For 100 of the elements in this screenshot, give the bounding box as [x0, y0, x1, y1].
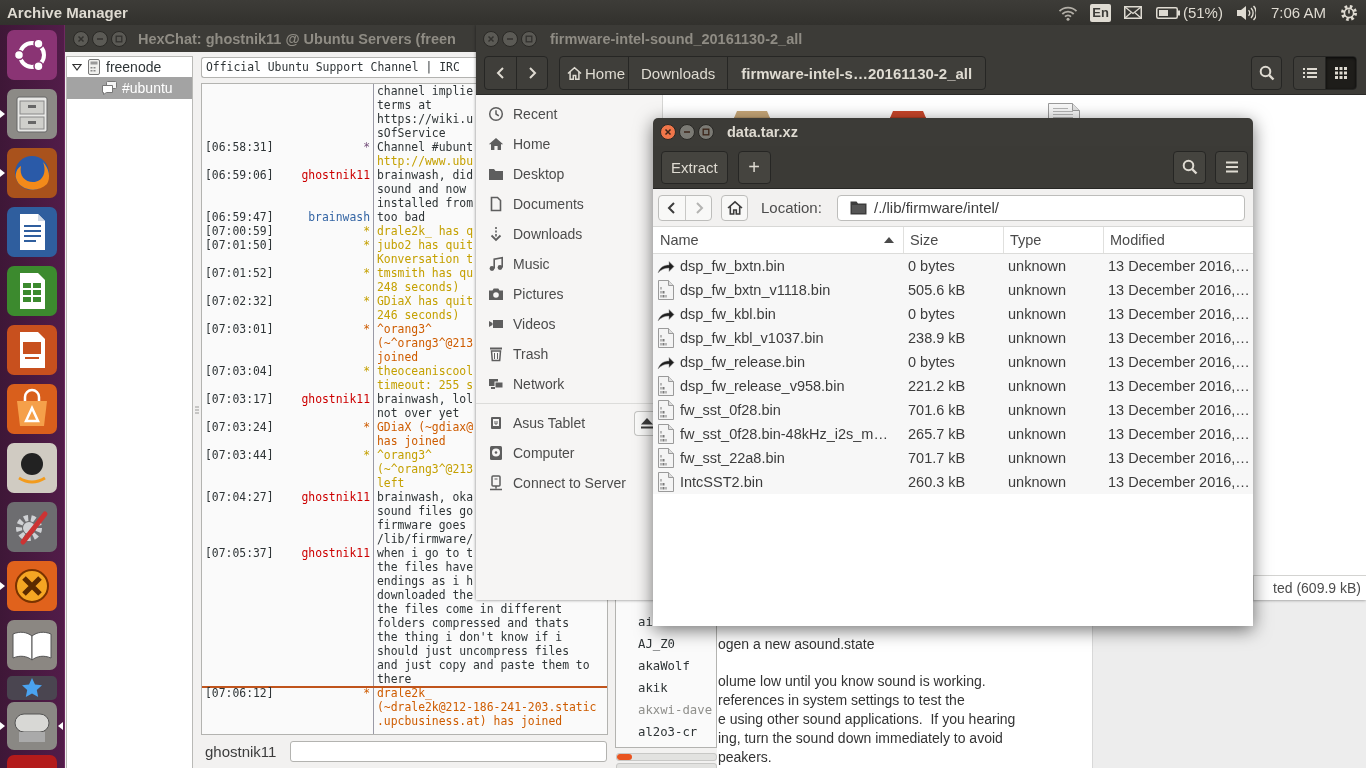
- timestamp: [07:03:24]: [205, 420, 274, 434]
- extract-button[interactable]: Extract: [661, 150, 728, 184]
- sidebar-item[interactable]: Recent: [476, 99, 653, 129]
- sidebar-item[interactable]: Downloads: [476, 219, 653, 249]
- sidebar-item[interactable]: Videos: [476, 309, 653, 339]
- search-button[interactable]: [1173, 150, 1206, 184]
- expander-icon[interactable]: [72, 62, 82, 72]
- file-name: dsp_fw_bxtn_v1118.bin: [680, 282, 831, 298]
- file-type: unknown: [1008, 402, 1067, 418]
- document-icon[interactable]: [7, 207, 57, 257]
- user-list-item[interactable]: al2o3-cr: [638, 721, 698, 743]
- user-list-item[interactable]: akaWolf: [638, 655, 690, 677]
- camera-icon: [488, 286, 504, 302]
- document-icon: [488, 196, 504, 212]
- gear-icon[interactable]: [1340, 3, 1358, 22]
- clock[interactable]: 7:06 AM: [1270, 4, 1326, 21]
- sidebar-item[interactable]: Asus Tablet: [476, 408, 653, 438]
- event-symbol-label: *: [363, 322, 370, 336]
- nickname-button[interactable]: ghostnik11: [205, 743, 277, 760]
- view-button[interactable]: [1325, 57, 1356, 89]
- nickname: ghostnik11: [301, 490, 370, 504]
- timestamp: [07:02:32]: [205, 294, 274, 308]
- timestamp: [07:01:52]: [205, 266, 274, 280]
- presentation-icon[interactable]: [7, 325, 57, 375]
- wifi-icon[interactable]: [1058, 4, 1079, 21]
- window-title: HexChat: ghostnik11 @ Ubuntu Servers (freen: [138, 30, 456, 47]
- cabinet-icon[interactable]: [7, 89, 57, 139]
- file-name: fw_sst_22a8.bin: [680, 450, 785, 466]
- settings-icon[interactable]: [7, 502, 57, 552]
- file-type: unknown: [1008, 282, 1067, 298]
- user-list-item[interactable]: AJ_Z0: [638, 633, 676, 655]
- chat-message: ^orang3^ (~^orang3^@213 joined: [377, 322, 473, 364]
- file-name: fw_sst_0f28.bin: [680, 402, 781, 418]
- close-button[interactable]: [660, 124, 676, 140]
- file-size: 0 bytes: [908, 354, 955, 370]
- chat-message: theoceaniscool timeout: 255 s: [377, 364, 473, 392]
- folder-icon: [488, 166, 504, 182]
- sidebar-item[interactable]: Music: [476, 249, 653, 279]
- drive-icon: [488, 445, 504, 461]
- nickname: ghostnik11: [301, 168, 370, 182]
- timestamp: [07:03:44]: [205, 448, 274, 462]
- logo-icon[interactable]: [7, 30, 57, 80]
- minimize-button[interactable]: [679, 124, 695, 140]
- column-header[interactable]: Size: [904, 227, 1004, 253]
- event-symbol-label: *: [363, 224, 370, 238]
- sidebar-item[interactable]: Connect to Server: [476, 468, 653, 498]
- topic-field[interactable]: Official Ubuntu Support Channel | IRC: [201, 57, 477, 78]
- globe-icon[interactable]: [7, 148, 57, 198]
- column-header[interactable]: Type: [1004, 227, 1104, 253]
- breadcrumb-button[interactable]: firmware-intel-s…20161130-2_all: [727, 57, 986, 89]
- eject-button[interactable]: [634, 410, 653, 436]
- sidebar-item[interactable]: Network: [476, 369, 653, 399]
- column-header[interactable]: Modified: [1104, 227, 1253, 253]
- column-header[interactable]: Name: [653, 227, 904, 253]
- roller-icon[interactable]: [7, 702, 57, 750]
- file-type: unknown: [1008, 258, 1067, 274]
- nickname: ghostnik11: [301, 392, 370, 406]
- sidebar-item[interactable]: Documents: [476, 189, 653, 219]
- nickname: brainwash: [308, 210, 370, 224]
- chat-bubbles-icon: [102, 81, 117, 95]
- input-field[interactable]: [290, 741, 607, 762]
- chat-message: GDiaX (~gdiax@ has joined: [377, 420, 473, 448]
- sidebar-item[interactable]: Computer: [476, 438, 653, 468]
- breadcrumb-button[interactable]: Home: [560, 57, 628, 89]
- grip-icon[interactable]: [195, 406, 199, 414]
- user-list-item[interactable]: akik: [638, 677, 668, 699]
- event-symbol-label: *: [363, 140, 370, 154]
- sidebar-item[interactable]: Desktop: [476, 159, 653, 189]
- sidebar-item[interactable]: Pictures: [476, 279, 653, 309]
- modified-date: 13 December 2016,…: [1108, 378, 1250, 394]
- file-type: unknown: [1008, 450, 1067, 466]
- maximize-button[interactable]: [698, 124, 714, 140]
- timestamp: [07:06:12]: [205, 686, 274, 700]
- file-name: dsp_fw_release_v958.bin: [680, 378, 845, 394]
- file-size: 238.9 kB: [908, 330, 966, 346]
- sidebar-item[interactable]: Home: [476, 129, 653, 159]
- timestamp: [06:58:31]: [205, 140, 274, 154]
- spreadsheet-icon[interactable]: [7, 266, 57, 316]
- keyboard-layout-indicator[interactable]: En: [1090, 3, 1111, 22]
- mail-icon[interactable]: [1123, 6, 1142, 19]
- book-icon[interactable]: [7, 620, 57, 670]
- nickname: ghostnik11: [301, 546, 370, 560]
- menu-button[interactable]: [1215, 150, 1248, 184]
- chat-message: brainwash, lol not over yet: [377, 392, 473, 420]
- chat-message: Channel #ubunt: [377, 140, 473, 154]
- home-button[interactable]: [721, 194, 748, 221]
- timestamp: [07:03:01]: [205, 322, 274, 336]
- sidebar-item[interactable]: Trash: [476, 339, 653, 369]
- add-button[interactable]: +: [737, 150, 771, 184]
- search-button[interactable]: [1251, 56, 1282, 90]
- battery-icon[interactable]: [1155, 6, 1180, 19]
- location-field[interactable]: /./lib/firmware/intel/: [837, 194, 1245, 221]
- modified-date: 13 December 2016,…: [1108, 282, 1250, 298]
- window-title: data.tar.xz: [727, 124, 798, 140]
- tree-item[interactable]: freenode: [67, 57, 192, 77]
- volume-icon[interactable]: [1235, 4, 1256, 21]
- event-symbol-label: *: [363, 420, 370, 434]
- user-list-item[interactable]: ai: [638, 611, 653, 633]
- breadcrumb-button[interactable]: Downloads: [628, 57, 728, 89]
- shopping-bag-icon[interactable]: [7, 384, 57, 434]
